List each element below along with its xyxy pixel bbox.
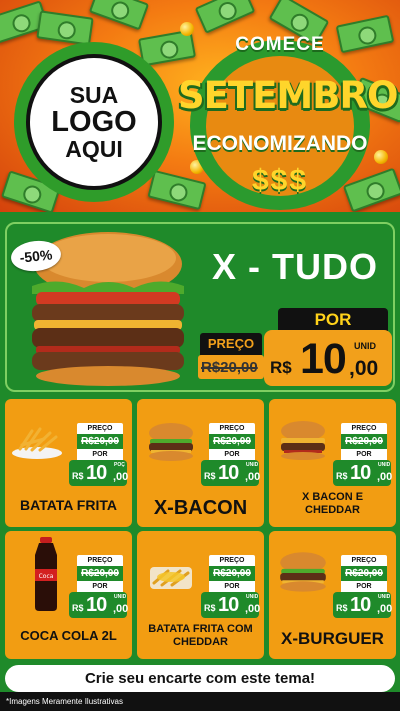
money-bill-icon	[36, 10, 94, 46]
old-price-value: R$20,00	[213, 436, 251, 447]
price-integer: 10	[350, 594, 371, 616]
old-price-value: R$20,00	[81, 568, 119, 579]
price-integer: 10	[86, 462, 107, 484]
cta-banner[interactable]: Crie seu encarte com este tema!	[5, 665, 395, 692]
product-name: X BACON E CHEDDAR	[301, 491, 364, 516]
por-label: POR	[77, 449, 123, 460]
por-label: POR	[209, 449, 255, 460]
new-price-box: R$ 10 ,00 POÇ	[69, 460, 129, 486]
por-label: POR	[341, 449, 387, 460]
new-price-box: R$ 10 ,00 UNID	[69, 592, 129, 618]
por-label: POR	[209, 581, 255, 592]
money-bill-icon	[194, 0, 256, 34]
price-cents: ,00	[113, 603, 129, 615]
product-card[interactable]: PREÇO R$20,00 POR R$ 10 ,00 UNID BATATA FRITA C…	[137, 531, 264, 659]
currency: R$	[336, 603, 348, 613]
hero-old-price: R$20,00	[201, 359, 258, 376]
currency: R$	[72, 603, 84, 613]
promo-heading-top: COMECE	[235, 34, 325, 55]
promo-heading-main: SETEMBRO	[178, 74, 398, 117]
svg-text:Coca: Coca	[39, 573, 54, 580]
price-integer: 10	[86, 594, 107, 616]
price-unit: UNID	[246, 462, 259, 468]
money-bill-icon	[88, 0, 150, 31]
hero-price-cents: ,00	[349, 357, 379, 380]
product-card[interactable]: PREÇO R$20,00 POR R$ 10 ,00 UNID X-BACON	[137, 399, 264, 527]
fries-image	[12, 427, 62, 459]
burger-image	[149, 423, 193, 461]
por-label: POR	[341, 581, 387, 592]
new-price-box: R$ 10 ,00 UNID	[333, 460, 393, 486]
old-price-value: R$20,00	[345, 436, 383, 447]
new-price-box: R$ 10 ,00 UNID	[333, 592, 393, 618]
price-cents: ,00	[377, 603, 393, 615]
soda-bottle-image: Coca	[35, 537, 57, 611]
currency: R$	[72, 471, 84, 481]
product-name: BATATA FRITA	[20, 497, 117, 513]
product-name: COCA COLA 2L	[20, 628, 117, 643]
logo-text-line2: LOGO	[51, 105, 137, 138]
old-price: R$20,00	[77, 566, 123, 581]
currency: R$	[204, 603, 216, 613]
fries-cheddar-image	[150, 567, 192, 589]
currency: R$	[204, 471, 216, 481]
old-price: R$20,00	[209, 434, 255, 449]
hero-price-integer: 10	[300, 335, 347, 383]
promo-heading-sub: ECONOMIZANDO	[192, 132, 368, 155]
money-bill-icon	[147, 169, 207, 211]
preco-label: PREÇO	[209, 423, 255, 434]
price-integer: 10	[350, 462, 371, 484]
logo-text-line1: SUA	[69, 81, 119, 108]
price-integer: 10	[218, 462, 239, 484]
por-label: POR	[77, 581, 123, 592]
preco-label: PREÇO	[341, 423, 387, 434]
old-price: R$20,00	[341, 566, 387, 581]
coin-icon	[180, 22, 194, 36]
price-cents: ,00	[245, 603, 261, 615]
price-integer: 10	[218, 594, 239, 616]
burger-image	[280, 552, 326, 592]
price-unit: POÇ	[114, 462, 125, 468]
disclaimer-text: *Imagens Meramente Ilustrativas	[0, 692, 400, 711]
product-card[interactable]: PREÇO R$20,00 POR R$ 10 ,00 UNID X BACON E CHED…	[269, 399, 396, 527]
logo-placeholder[interactable]: SUA LOGO AQUI	[26, 54, 162, 190]
hero-preco-label: PREÇO	[200, 333, 262, 355]
old-price: R$20,00	[341, 434, 387, 449]
product-name: X-BURGUER	[281, 629, 384, 648]
price-unit: UNID	[378, 462, 391, 468]
preco-label: PREÇO	[77, 423, 123, 434]
old-price: R$20,00	[77, 434, 123, 449]
product-card[interactable]: PREÇO R$20,00 POR R$ 10 ,00 POÇ BATATA FRITA	[5, 399, 132, 527]
logo-text-line3: AQUI	[65, 136, 123, 163]
product-name: BATATA FRITA COM CHEDDAR	[148, 623, 253, 648]
price-unit: UNID	[114, 594, 127, 600]
promo-money-symbols: $$$	[251, 164, 309, 197]
old-price: R$20,00	[209, 566, 255, 581]
preco-label: PREÇO	[77, 555, 123, 566]
old-price-value: R$20,00	[81, 436, 119, 447]
product-name: X-BACON	[153, 497, 248, 519]
burger-cheddar-image	[281, 421, 325, 460]
old-price-value: R$20,00	[213, 568, 251, 579]
preco-label: PREÇO	[341, 555, 387, 566]
currency: R$	[336, 471, 348, 481]
hero-por-label: POR	[278, 308, 388, 332]
new-price-box: R$ 10 ,00 UNID	[201, 592, 261, 618]
preco-label: PREÇO	[209, 555, 255, 566]
price-cents: ,00	[245, 471, 261, 483]
hero-currency: R$	[270, 358, 292, 377]
hero-unit: UNID	[354, 341, 376, 351]
product-card[interactable]: Coca PREÇO R$20,00 POR R$ 10 ,00 UNID COCA COLA …	[5, 531, 132, 659]
hero-product-title: X - TUDO	[212, 246, 378, 287]
product-card[interactable]: PREÇO R$20,00 POR R$ 10 ,00 UNID X-BURGUER	[269, 531, 396, 659]
new-price-box: R$ 10 ,00 UNID	[201, 460, 261, 486]
old-price-value: R$20,00	[345, 568, 383, 579]
price-cents: ,00	[113, 471, 129, 483]
price-cents: ,00	[377, 471, 393, 483]
price-unit: UNID	[246, 594, 259, 600]
price-unit: UNID	[378, 594, 391, 600]
